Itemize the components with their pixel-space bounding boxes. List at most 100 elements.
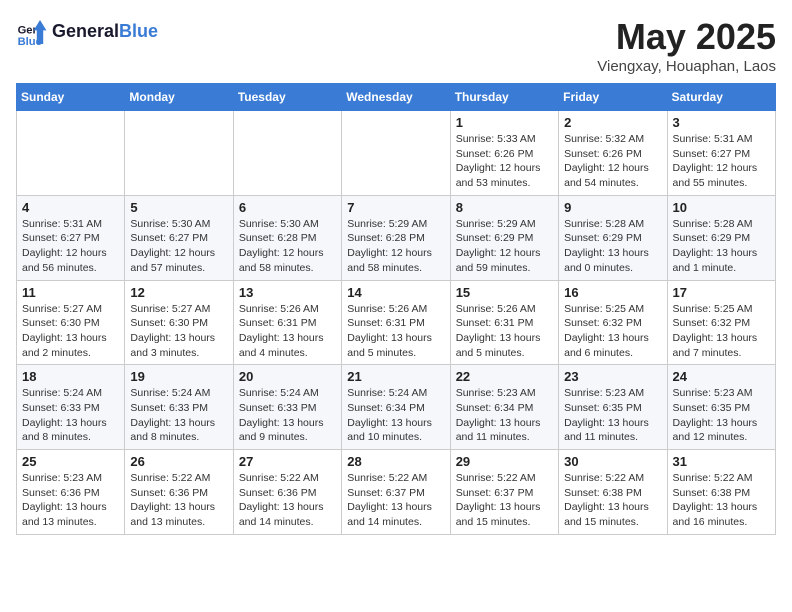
day-number: 9: [564, 200, 661, 215]
calendar-cell: 7Sunrise: 5:29 AM Sunset: 6:28 PM Daylig…: [342, 195, 450, 280]
day-info: Sunrise: 5:30 AM Sunset: 6:28 PM Dayligh…: [239, 217, 336, 276]
calendar-cell: 2 Sunrise: 5:32 AM Sunset: 6:26 PM Daylig…: [559, 111, 667, 196]
weekday-header-tuesday: Tuesday: [233, 84, 341, 111]
page-header: Gen Blue GeneralBlue May 2025 Viengxay, …: [16, 16, 776, 75]
location-subtitle: Viengxay, Houaphan, Laos: [597, 58, 776, 75]
day-info: Sunrise: 5:26 AM Sunset: 6:31 PM Dayligh…: [456, 302, 553, 361]
day-info: Sunrise: 5:31 AM Sunset: 6:27 PM Dayligh…: [673, 132, 770, 191]
calendar-cell: 26Sunrise: 5:22 AM Sunset: 6:36 PM Dayli…: [125, 450, 233, 535]
calendar-body: 1 Sunrise: 5:33 AM Sunset: 6:26 PM Daylig…: [17, 111, 776, 535]
weekday-header-friday: Friday: [559, 84, 667, 111]
day-info: Sunrise: 5:23 AM Sunset: 6:34 PM Dayligh…: [456, 386, 553, 445]
calendar-cell: [233, 111, 341, 196]
day-number: 24: [673, 369, 770, 384]
day-number: 14: [347, 285, 444, 300]
title-block: May 2025 Viengxay, Houaphan, Laos: [597, 16, 776, 75]
day-info: Sunrise: 5:31 AM Sunset: 6:27 PM Dayligh…: [22, 217, 119, 276]
day-number: 8: [456, 200, 553, 215]
calendar-week-4: 18 Sunrise: 5:24 AM Sunset: 6:33 PM Dayli…: [17, 365, 776, 450]
day-info: Sunrise: 5:26 AM Sunset: 6:31 PM Dayligh…: [347, 302, 444, 361]
day-number: 1: [456, 115, 553, 130]
calendar-cell: 4 Sunrise: 5:31 AM Sunset: 6:27 PM Daylig…: [17, 195, 125, 280]
day-number: 2: [564, 115, 661, 130]
weekday-header-row: SundayMondayTuesdayWednesdayThursdayFrid…: [17, 84, 776, 111]
logo-general: General: [52, 21, 119, 41]
day-info: Sunrise: 5:28 AM Sunset: 6:29 PM Dayligh…: [564, 217, 661, 276]
day-info: Sunrise: 5:32 AM Sunset: 6:26 PM Dayligh…: [564, 132, 661, 191]
calendar-cell: 9 Sunrise: 5:28 AM Sunset: 6:29 PM Daylig…: [559, 195, 667, 280]
day-number: 17: [673, 285, 770, 300]
calendar-cell: 12 Sunrise: 5:27 AM Sunset: 6:30 PM Dayli…: [125, 280, 233, 365]
calendar-cell: 31 Sunrise: 5:22 AM Sunset: 6:38 PM Dayli…: [667, 450, 775, 535]
calendar-cell: [17, 111, 125, 196]
calendar-table: SundayMondayTuesdayWednesdayThursdayFrid…: [16, 83, 776, 535]
day-info: Sunrise: 5:30 AM Sunset: 6:27 PM Dayligh…: [130, 217, 227, 276]
calendar-cell: 3Sunrise: 5:31 AM Sunset: 6:27 PM Daylig…: [667, 111, 775, 196]
calendar-cell: 30 Sunrise: 5:22 AM Sunset: 6:38 PM Dayli…: [559, 450, 667, 535]
calendar-cell: 16Sunrise: 5:25 AM Sunset: 6:32 PM Dayli…: [559, 280, 667, 365]
day-number: 15: [456, 285, 553, 300]
day-info: Sunrise: 5:24 AM Sunset: 6:33 PM Dayligh…: [22, 386, 119, 445]
calendar-cell: 8 Sunrise: 5:29 AM Sunset: 6:29 PM Daylig…: [450, 195, 558, 280]
day-number: 11: [22, 285, 119, 300]
day-info: Sunrise: 5:27 AM Sunset: 6:30 PM Dayligh…: [130, 302, 227, 361]
calendar-cell: 13 Sunrise: 5:26 AM Sunset: 6:31 PM Dayli…: [233, 280, 341, 365]
day-number: 21: [347, 369, 444, 384]
day-number: 12: [130, 285, 227, 300]
day-info: Sunrise: 5:26 AM Sunset: 6:31 PM Dayligh…: [239, 302, 336, 361]
calendar-week-2: 4 Sunrise: 5:31 AM Sunset: 6:27 PM Daylig…: [17, 195, 776, 280]
day-info: Sunrise: 5:29 AM Sunset: 6:29 PM Dayligh…: [456, 217, 553, 276]
day-number: 5: [130, 200, 227, 215]
day-info: Sunrise: 5:22 AM Sunset: 6:38 PM Dayligh…: [673, 471, 770, 530]
calendar-cell: 14 Sunrise: 5:26 AM Sunset: 6:31 PM Dayli…: [342, 280, 450, 365]
day-info: Sunrise: 5:28 AM Sunset: 6:29 PM Dayligh…: [673, 217, 770, 276]
day-number: 25: [22, 454, 119, 469]
day-info: Sunrise: 5:23 AM Sunset: 6:35 PM Dayligh…: [564, 386, 661, 445]
calendar-cell: 10Sunrise: 5:28 AM Sunset: 6:29 PM Dayli…: [667, 195, 775, 280]
day-info: Sunrise: 5:22 AM Sunset: 6:37 PM Dayligh…: [456, 471, 553, 530]
day-number: 20: [239, 369, 336, 384]
day-info: Sunrise: 5:27 AM Sunset: 6:30 PM Dayligh…: [22, 302, 119, 361]
weekday-header-monday: Monday: [125, 84, 233, 111]
day-number: 29: [456, 454, 553, 469]
day-info: Sunrise: 5:22 AM Sunset: 6:37 PM Dayligh…: [347, 471, 444, 530]
day-number: 26: [130, 454, 227, 469]
calendar-cell: 19 Sunrise: 5:24 AM Sunset: 6:33 PM Dayli…: [125, 365, 233, 450]
day-info: Sunrise: 5:33 AM Sunset: 6:26 PM Dayligh…: [456, 132, 553, 191]
day-number: 27: [239, 454, 336, 469]
calendar-cell: 20Sunrise: 5:24 AM Sunset: 6:33 PM Dayli…: [233, 365, 341, 450]
calendar-cell: [125, 111, 233, 196]
day-number: 13: [239, 285, 336, 300]
day-number: 22: [456, 369, 553, 384]
logo-blue: Blue: [119, 21, 158, 41]
day-number: 4: [22, 200, 119, 215]
calendar-cell: [342, 111, 450, 196]
logo: Gen Blue GeneralBlue: [16, 16, 158, 48]
day-info: Sunrise: 5:24 AM Sunset: 6:33 PM Dayligh…: [130, 386, 227, 445]
weekday-header-saturday: Saturday: [667, 84, 775, 111]
calendar-cell: 15 Sunrise: 5:26 AM Sunset: 6:31 PM Dayli…: [450, 280, 558, 365]
day-number: 19: [130, 369, 227, 384]
calendar-cell: 29 Sunrise: 5:22 AM Sunset: 6:37 PM Dayli…: [450, 450, 558, 535]
day-info: Sunrise: 5:22 AM Sunset: 6:36 PM Dayligh…: [239, 471, 336, 530]
calendar-week-1: 1 Sunrise: 5:33 AM Sunset: 6:26 PM Daylig…: [17, 111, 776, 196]
calendar-cell: 21 Sunrise: 5:24 AM Sunset: 6:34 PM Dayli…: [342, 365, 450, 450]
calendar-cell: 1 Sunrise: 5:33 AM Sunset: 6:26 PM Daylig…: [450, 111, 558, 196]
day-info: Sunrise: 5:25 AM Sunset: 6:32 PM Dayligh…: [673, 302, 770, 361]
day-info: Sunrise: 5:25 AM Sunset: 6:32 PM Dayligh…: [564, 302, 661, 361]
calendar-cell: 5 Sunrise: 5:30 AM Sunset: 6:27 PM Daylig…: [125, 195, 233, 280]
day-number: 18: [22, 369, 119, 384]
calendar-cell: 24 Sunrise: 5:23 AM Sunset: 6:35 PM Dayli…: [667, 365, 775, 450]
day-info: Sunrise: 5:22 AM Sunset: 6:38 PM Dayligh…: [564, 471, 661, 530]
day-info: Sunrise: 5:23 AM Sunset: 6:35 PM Dayligh…: [673, 386, 770, 445]
day-number: 30: [564, 454, 661, 469]
calendar-cell: 6Sunrise: 5:30 AM Sunset: 6:28 PM Daylig…: [233, 195, 341, 280]
day-info: Sunrise: 5:29 AM Sunset: 6:28 PM Dayligh…: [347, 217, 444, 276]
calendar-cell: 23Sunrise: 5:23 AM Sunset: 6:35 PM Dayli…: [559, 365, 667, 450]
day-info: Sunrise: 5:24 AM Sunset: 6:34 PM Dayligh…: [347, 386, 444, 445]
logo-icon: Gen Blue: [16, 16, 48, 48]
calendar-cell: 18 Sunrise: 5:24 AM Sunset: 6:33 PM Dayli…: [17, 365, 125, 450]
day-number: 31: [673, 454, 770, 469]
day-number: 28: [347, 454, 444, 469]
day-info: Sunrise: 5:23 AM Sunset: 6:36 PM Dayligh…: [22, 471, 119, 530]
